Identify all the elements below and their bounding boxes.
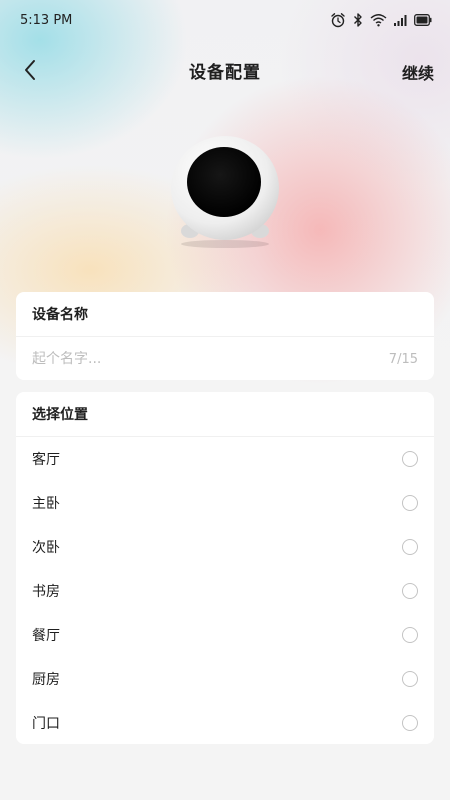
location-option-label: 主卧 [32,496,60,512]
chevron-left-icon [25,60,35,80]
radio-button[interactable] [402,495,418,511]
location-header: 选择位置 [16,392,434,437]
navigation-bar: 设备配置 继续 [0,48,450,92]
location-option-label: 餐厅 [32,628,60,644]
location-option-label: 厨房 [32,672,60,688]
location-option-kitchen[interactable]: 厨房 [16,657,434,701]
location-option-label: 次卧 [32,540,60,556]
status-time: 5:13 PM [20,12,73,28]
status-icons [330,12,432,28]
back-button[interactable] [18,58,42,82]
radio-button[interactable] [402,451,418,467]
location-card: 选择位置 客厅 主卧 次卧 书房 餐厅 厨房 门口 [16,392,434,744]
device-name-row: 7/15 [16,337,434,381]
radio-button[interactable] [402,583,418,599]
signal-icon [394,14,407,26]
radio-button[interactable] [402,627,418,643]
location-option-study[interactable]: 书房 [16,569,434,613]
location-option-label: 客厅 [32,452,60,468]
battery-icon [414,14,432,26]
device-name-card: 设备名称 7/15 [16,292,434,380]
device-name-input[interactable] [32,351,332,367]
radio-button[interactable] [402,715,418,731]
location-option-label: 书房 [32,584,60,600]
radio-button[interactable] [402,539,418,555]
location-option-master-bedroom[interactable]: 主卧 [16,481,434,525]
bluetooth-icon [354,13,362,27]
location-option-doorway[interactable]: 门口 [16,701,434,745]
location-option-label: 门口 [32,716,60,732]
alarm-icon [331,13,345,28]
location-option-second-bedroom[interactable]: 次卧 [16,525,434,569]
character-counter: 7/15 [388,351,418,367]
page-title: 设备配置 [189,62,261,83]
continue-button[interactable]: 继续 [402,60,434,84]
radio-button[interactable] [402,671,418,687]
status-bar: 5:13 PM [0,0,450,40]
device-image [171,136,279,248]
device-name-header: 设备名称 [16,292,434,337]
wifi-icon [370,14,387,27]
location-option-dining-room[interactable]: 餐厅 [16,613,434,657]
location-option-living-room[interactable]: 客厅 [16,437,434,481]
